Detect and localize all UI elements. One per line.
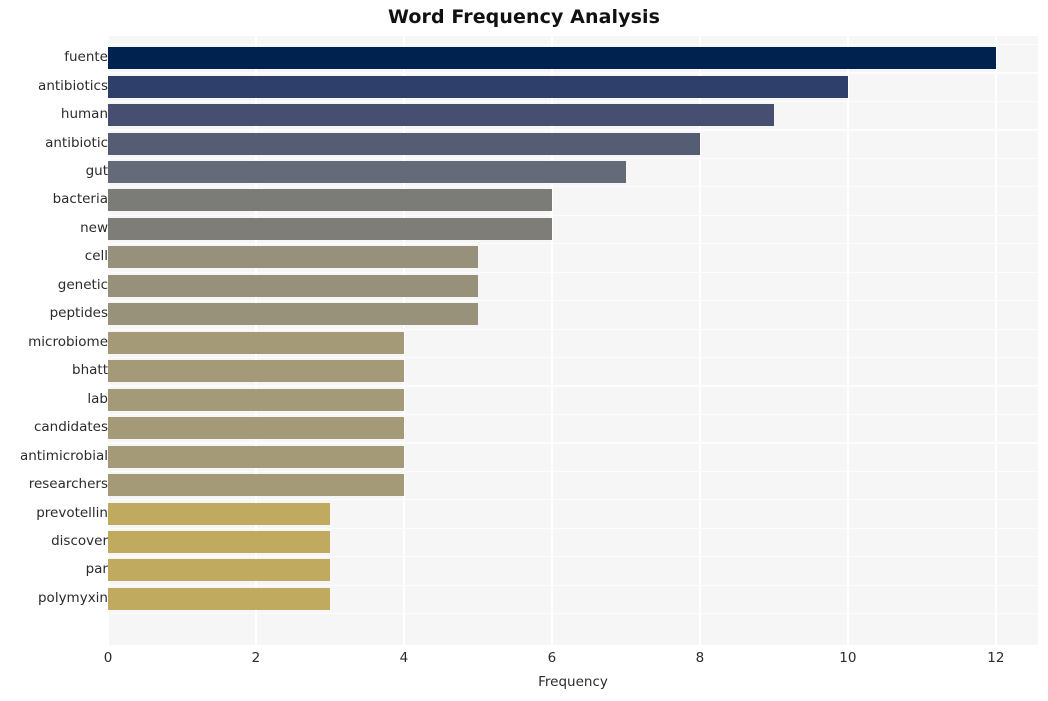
x-tick-label: 12: [987, 650, 1005, 666]
x-tick-label: 10: [839, 650, 857, 666]
bar: [108, 388, 404, 411]
bar: [108, 530, 330, 553]
y-gridline: [108, 584, 1038, 586]
bar: [108, 75, 848, 98]
y-gridline: [108, 129, 1038, 131]
bar: [108, 104, 774, 127]
y-tick-label: antimicrobial: [19, 447, 108, 464]
bar: [108, 189, 552, 212]
bar: [108, 274, 478, 297]
y-tick-label: fuente: [64, 49, 108, 66]
y-tick-label: par: [85, 561, 108, 578]
bar: [108, 445, 404, 468]
y-gridline: [108, 214, 1038, 216]
y-gridline: [108, 157, 1038, 159]
y-gridline: [108, 357, 1038, 359]
y-gridline: [108, 300, 1038, 302]
x-axis: 0 2 4 6 8 10 12: [0, 645, 1048, 675]
y-gridline: [108, 613, 1038, 615]
y-gridline: [108, 43, 1038, 46]
bar: [108, 246, 478, 269]
y-tick-label: microbiome: [28, 333, 108, 350]
y-tick-label: gut: [85, 163, 108, 180]
y-tick-label: polymyxin: [37, 589, 108, 606]
y-gridline: [108, 385, 1038, 387]
y-gridline: [108, 527, 1038, 529]
y-tick-label: candidates: [33, 419, 108, 436]
bar: [108, 217, 552, 240]
x-axis-label: Frequency: [538, 674, 608, 690]
y-tick-label: new: [80, 219, 108, 236]
y-gridline: [108, 328, 1038, 330]
y-gridline: [108, 413, 1038, 416]
y-gridline: [108, 556, 1038, 558]
bar: [108, 559, 330, 582]
y-gridline: [108, 100, 1038, 103]
y-gridline: [108, 186, 1038, 188]
y-tick-label: human: [60, 106, 108, 123]
y-tick-label: discover: [51, 532, 108, 549]
x-gridline: [995, 36, 997, 645]
y-tick-label: lab: [87, 390, 108, 407]
x-tick-label: 2: [251, 650, 261, 666]
bar: [108, 417, 404, 440]
bar: [108, 502, 330, 525]
y-gridline: [108, 243, 1038, 245]
x-tick-label: 4: [399, 650, 409, 666]
y-tick-label: peptides: [49, 305, 108, 322]
bar: [108, 161, 626, 184]
y-gridline: [108, 271, 1038, 273]
x-gridline: [847, 36, 849, 645]
y-tick-label: antibiotic: [45, 134, 108, 151]
bar: [108, 331, 404, 354]
x-tick-label: 6: [547, 650, 557, 666]
y-tick-label: genetic: [57, 276, 108, 293]
y-gridline: [108, 470, 1038, 473]
bar: [108, 587, 330, 610]
chart-title: Word Frequency Analysis: [387, 6, 661, 28]
y-tick-label: bacteria: [52, 191, 108, 208]
y-tick-label: prevotellin: [36, 504, 108, 521]
plot-area: [108, 36, 1038, 645]
bar: [108, 360, 404, 383]
y-gridline: [108, 72, 1038, 74]
x-tick-label: 0: [103, 650, 113, 666]
chart-figure: Word Frequency Analysis fuente antibiotic…: [0, 0, 1048, 701]
x-gridline: [699, 36, 701, 645]
y-tick-label: cell: [84, 248, 108, 265]
x-tick-label: 8: [695, 650, 705, 666]
y-tick-label: researchers: [28, 476, 108, 493]
bar: [108, 47, 996, 70]
y-tick-label: bhatt: [72, 362, 108, 379]
y-gridline: [108, 442, 1038, 444]
bar: [108, 132, 700, 155]
bar: [108, 303, 478, 326]
y-axis: fuente antibiotics human antibiotic gut bacte…: [0, 36, 108, 645]
y-tick-label: antibiotics: [38, 77, 108, 94]
x-gridline: [551, 36, 553, 645]
bar: [108, 474, 404, 497]
y-gridline: [108, 499, 1038, 501]
